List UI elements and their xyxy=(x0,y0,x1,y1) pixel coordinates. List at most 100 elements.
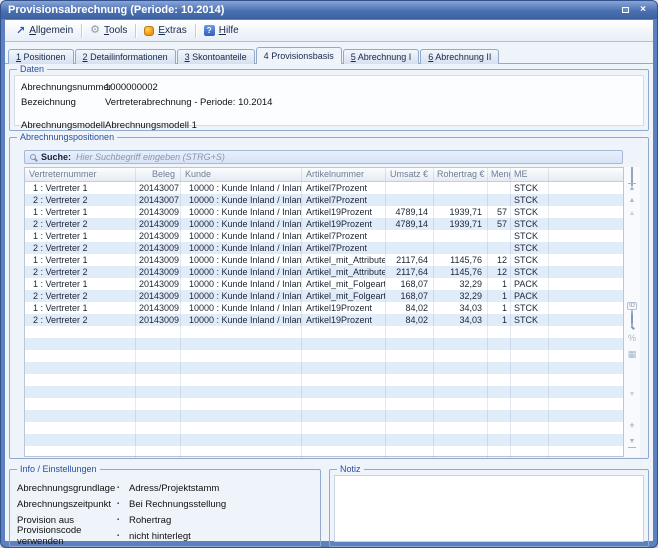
restore-window-button[interactable] xyxy=(618,4,632,16)
column-header-artikelnummer[interactable]: Artikelnummer xyxy=(302,168,386,181)
cell-rohertrag xyxy=(434,338,488,350)
search-input[interactable] xyxy=(76,152,617,162)
cell-rohertrag: 34,03 xyxy=(434,314,488,326)
search-label: Suche: xyxy=(41,152,71,162)
column-header-kunde[interactable]: Kunde xyxy=(181,168,302,181)
tab-abrechnung-1[interactable]: 5 Abrechnung I xyxy=(343,49,420,64)
cell-kunde: 10000 : Kunde Inland / Inlandsort xyxy=(181,218,302,230)
cell-vertreternummer: 1 : Vertreter 1 xyxy=(25,182,136,194)
table-empty-row[interactable] xyxy=(25,422,623,434)
table-row[interactable]: 1 : Vertreter 12014300910000 : Kunde Inl… xyxy=(25,302,623,314)
cell-artikelnummer: Artikel19Prozent xyxy=(302,314,386,326)
table-row[interactable]: 1 : Vertreter 12014300910000 : Kunde Inl… xyxy=(25,230,623,242)
tab-positionen[interactable]: 1 Positionen xyxy=(8,49,74,64)
cell-umsatz: 2117,64 xyxy=(386,266,434,278)
cell-rohertrag xyxy=(434,350,488,362)
info-value: Rohertrag xyxy=(129,515,171,526)
cell-artikelnummer xyxy=(302,410,386,422)
cell-umsatz: 4789,14 xyxy=(386,206,434,218)
group-info-label: Info / Einstellungen xyxy=(17,464,100,475)
cell-artikelnummer xyxy=(302,422,386,434)
spacer xyxy=(21,110,643,118)
close-window-button[interactable]: × xyxy=(636,4,650,16)
column-header-vertreternummer[interactable]: Vertreternummer xyxy=(25,168,136,181)
tab-abrechnung-2[interactable]: 6 Abrechnung II xyxy=(420,49,499,64)
cell-beleg: 20143009 xyxy=(136,230,181,242)
info-label: Abrechnungszeitpunkt xyxy=(17,499,117,510)
table-side-strip: ▲ ▲ ▲ ID % ▦ ▼ + ▼ xyxy=(624,167,640,457)
cell-beleg xyxy=(136,374,181,386)
bullet-icon: ▪ xyxy=(117,501,129,507)
cell-rohertrag: 1145,76 xyxy=(434,266,488,278)
column-header-rohertrag[interactable]: Rohertrag € xyxy=(434,168,488,181)
table-row[interactable]: 2 : Vertreter 22014300710000 : Kunde Inl… xyxy=(25,194,623,206)
cell-menge xyxy=(488,362,511,374)
tab-provisionsbasis[interactable]: 4 Provisionsbasis xyxy=(256,47,342,64)
menu-item-allgemein[interactable]: ↗ Allgemein xyxy=(9,23,80,38)
menu-item-extras[interactable]: Extras xyxy=(137,23,193,38)
table-row[interactable]: 1 : Vertreter 12014300910000 : Kunde Inl… xyxy=(25,206,623,218)
menu-item-tools[interactable]: ⚙ Tools xyxy=(83,23,134,38)
search-bar[interactable]: Suche: xyxy=(24,150,623,164)
cell-rohertrag xyxy=(434,242,488,254)
table-empty-row[interactable] xyxy=(25,434,623,446)
table-empty-row[interactable] xyxy=(25,350,623,362)
table-row[interactable]: 2 : Vertreter 22014300910000 : Kunde Inl… xyxy=(25,218,623,230)
table-row[interactable]: 2 : Vertreter 22014300910000 : Kunde Inl… xyxy=(25,266,623,278)
cell-menge: 12 xyxy=(488,266,511,278)
cell-umsatz xyxy=(386,434,434,446)
cell-rohertrag: 1939,71 xyxy=(434,218,488,230)
cell-filler xyxy=(549,434,623,446)
table-empty-row[interactable] xyxy=(25,362,623,374)
table-empty-row[interactable] xyxy=(25,374,623,386)
table-row[interactable]: 1 : Vertreter 12014300710000 : Kunde Inl… xyxy=(25,182,623,194)
menu-separator xyxy=(195,24,196,38)
scroll-up-icon[interactable]: ▲ xyxy=(624,197,640,205)
table-empty-row[interactable] xyxy=(25,398,623,410)
window-title: Provisionsabrechnung (Periode: 10.2014) xyxy=(8,4,224,16)
cell-rohertrag: 32,29 xyxy=(434,290,488,302)
table-row[interactable]: 1 : Vertreter 12014300910000 : Kunde Inl… xyxy=(25,254,623,266)
cell-rohertrag xyxy=(434,230,488,242)
cell-beleg: 20143009 xyxy=(136,206,181,218)
cell-artikelnummer: Artikel7Prozent xyxy=(302,230,386,242)
daten-panel: Abrechnungsnummer 1000000002 Bezeichnung… xyxy=(14,75,644,126)
grid-icon[interactable]: ▦ xyxy=(624,344,640,362)
tab-detailinformationen[interactable]: 2 Detailinformationen xyxy=(75,49,176,64)
table-header-row: Vertreternummer Beleg Kunde Artikelnumme… xyxy=(25,168,623,182)
table-empty-row[interactable] xyxy=(25,446,623,458)
scroll-up-small-icon[interactable]: ▲ xyxy=(624,210,640,218)
cell-me: STCK xyxy=(511,314,549,326)
cell-umsatz xyxy=(386,374,434,386)
column-header-beleg[interactable]: Beleg xyxy=(136,168,181,181)
column-header-umsatz[interactable]: Umsatz € xyxy=(386,168,434,181)
table-row[interactable]: 1 : Vertreter 12014300910000 : Kunde Inl… xyxy=(25,278,623,290)
scroll-to-bottom-icon[interactable]: ▼ xyxy=(624,438,640,448)
cell-kunde xyxy=(181,326,302,338)
extras-gem-icon xyxy=(144,26,154,36)
scroll-to-top-icon[interactable]: ▲ xyxy=(624,183,640,193)
cell-filler xyxy=(549,254,623,266)
tab-skontoanteile[interactable]: 3 Skontoanteile xyxy=(177,49,255,64)
scroll-down-small-icon[interactable]: ▼ xyxy=(624,391,640,399)
column-header-menge[interactable]: Menge xyxy=(488,168,511,181)
notiz-textarea[interactable] xyxy=(334,475,644,542)
cell-vertreternummer xyxy=(25,338,136,350)
column-header-me[interactable]: ME xyxy=(511,168,549,181)
table-row[interactable]: 2 : Vertreter 22014300910000 : Kunde Inl… xyxy=(25,314,623,326)
table-empty-row[interactable] xyxy=(25,410,623,422)
table-row[interactable]: 2 : Vertreter 22014300910000 : Kunde Inl… xyxy=(25,290,623,302)
scroll-down-icon[interactable]: + xyxy=(624,415,640,433)
table-row[interactable]: 2 : Vertreter 22014300910000 : Kunde Inl… xyxy=(25,242,623,254)
field-label: Bezeichnung xyxy=(21,97,105,108)
cell-me xyxy=(511,410,549,422)
menu-item-hilfe[interactable]: ? Hilfe xyxy=(197,23,246,38)
cell-vertreternummer: 1 : Vertreter 1 xyxy=(25,302,136,314)
magnifier-icon[interactable] xyxy=(624,310,640,328)
table-empty-row[interactable] xyxy=(25,326,623,338)
cell-artikelnummer: Artikel_mit_Folgeartikel xyxy=(302,290,386,302)
cell-umsatz: 2117,64 xyxy=(386,254,434,266)
table-empty-row[interactable] xyxy=(25,386,623,398)
cell-filler xyxy=(549,218,623,230)
table-empty-row[interactable] xyxy=(25,338,623,350)
